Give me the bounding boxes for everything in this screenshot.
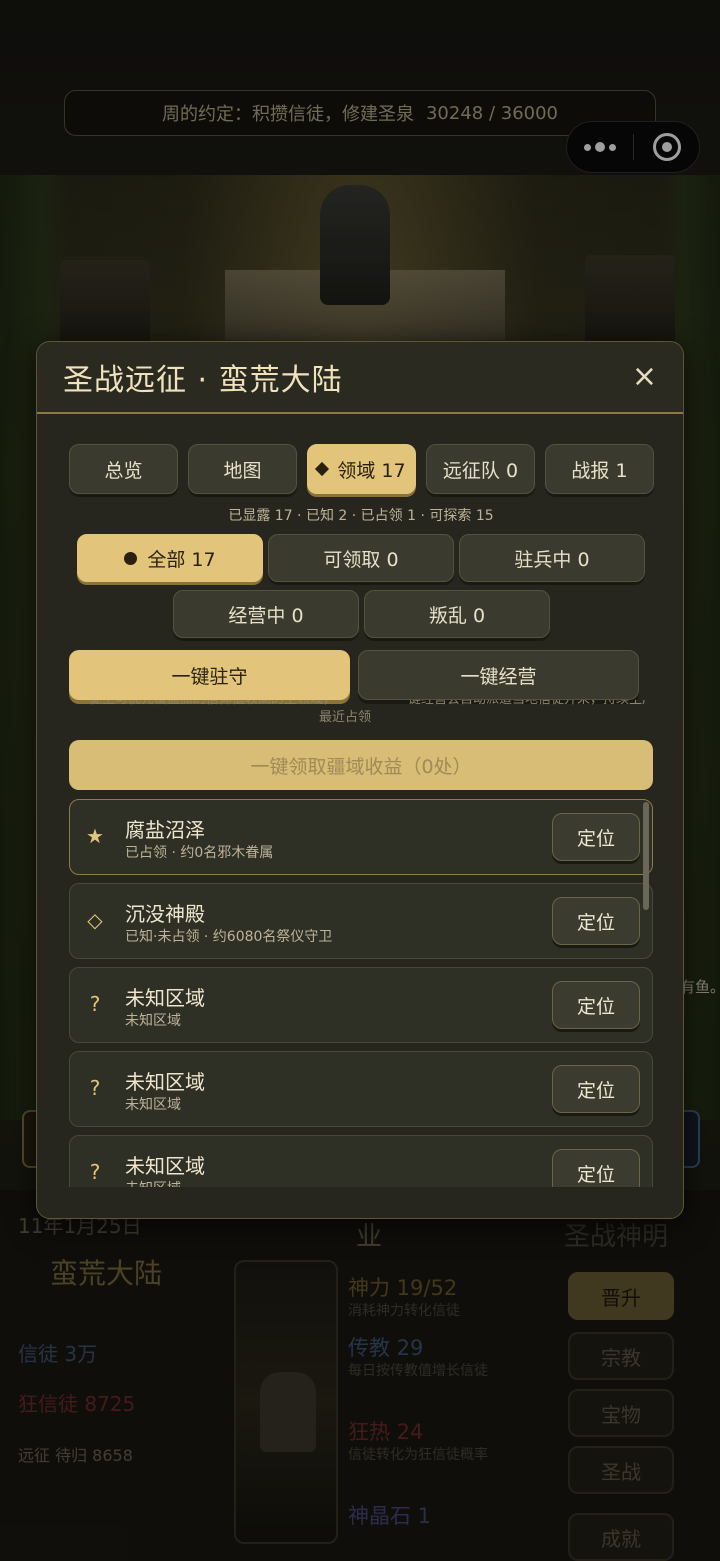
territory-name: 未知区域	[125, 1154, 205, 1178]
filter-garrisoned[interactable]: 驻兵中 0	[459, 534, 645, 582]
locate-button[interactable]: 定位	[552, 897, 640, 945]
territory-name: 未知区域	[125, 986, 205, 1010]
modal-header: 圣战远征 · 蛮荒大陆 ×	[37, 342, 683, 414]
tab-map[interactable]: 地图	[188, 444, 297, 494]
filter-all[interactable]: 全部 17	[77, 534, 263, 582]
filter-label: 全部 17	[147, 548, 216, 571]
bulk-action-hint: 徒生可优先覆盖旅的信仰值较高的主领域， 一键经营会自动派遣当地信徒开采，持续生产…	[69, 700, 655, 734]
territory-status: 未知区域	[125, 1178, 181, 1187]
territory-summary: 已显露 17 · 已知 2 · 已占领 1 · 可探索 15	[228, 508, 494, 524]
modal-title: 圣战远征 · 蛮荒大陆	[63, 363, 343, 398]
question-icon: ?	[89, 1076, 101, 1100]
territory-name: 沉没神殿	[125, 902, 205, 926]
tab-label: 远征队 0	[442, 459, 519, 482]
hint-left: 徒生可优先覆盖旅的信仰值较高的主领域，	[89, 700, 336, 708]
bulk-actions: 一键驻守 一键经营	[69, 650, 655, 700]
close-icon[interactable]: ×	[632, 362, 657, 392]
list-item[interactable]: ? 未知区域 未知区域 定位	[69, 1051, 653, 1127]
tab-label: 战报 1	[571, 459, 628, 482]
territory-status: 已占领 · 约0名邪木眷属	[125, 845, 274, 861]
manage-all-button[interactable]: 一键经营	[358, 650, 639, 700]
territory-status: 已知·未占领 · 约6080名祭仪守卫	[125, 929, 333, 945]
filter-label: 可领取 0	[323, 548, 399, 571]
claim-all-rewards-button[interactable]: 一键领取疆域收益（0处）	[69, 740, 653, 790]
list-scrollbar[interactable]	[643, 802, 649, 910]
locate-button[interactable]: 定位	[552, 1149, 640, 1187]
diamond-icon	[315, 461, 330, 477]
filter-claimable[interactable]: 可领取 0	[268, 534, 454, 582]
list-item[interactable]: ? 未知区域 未知区域 定位	[69, 967, 653, 1043]
hint-right: 一键经营会自动派遣当地信徒开采，持续生产	[395, 700, 655, 708]
list-item[interactable]: ★ 腐盐沼泽 已占领 · 约0名邪木眷属 定位	[69, 799, 653, 875]
dot-icon	[124, 551, 138, 565]
diamond-outline-icon: ◇	[87, 908, 103, 932]
territory-status: 未知区域	[125, 1013, 181, 1029]
question-icon: ?	[89, 992, 101, 1016]
hint-line2: 最近占领	[319, 710, 372, 725]
tab-battle-report[interactable]: 战报 1	[545, 444, 654, 494]
star-icon: ★	[86, 824, 104, 848]
locate-button[interactable]: 定位	[552, 981, 640, 1029]
locate-button[interactable]: 定位	[552, 813, 640, 861]
tab-label: 地图	[223, 459, 262, 482]
tab-overview[interactable]: 总览	[69, 444, 178, 494]
holy-war-modal: 圣战远征 · 蛮荒大陆 × 总览 地图 领域 17 远征队 0 战报 1 已显露…	[36, 341, 684, 1219]
territory-name: 腐盐沼泽	[125, 818, 205, 842]
filter-label: 驻兵中 0	[514, 548, 590, 571]
filter-label: 叛乱 0	[428, 604, 486, 627]
tab-expedition[interactable]: 远征队 0	[426, 444, 535, 494]
garrison-all-button[interactable]: 一键驻守	[69, 650, 350, 700]
list-item[interactable]: ◇ 沉没神殿 已知·未占领 · 约6080名祭仪守卫 定位	[69, 883, 653, 959]
tab-territory[interactable]: 领域 17	[307, 444, 416, 494]
filter-label: 经营中 0	[228, 604, 304, 627]
tab-label: 领域 17	[337, 459, 406, 482]
list-item[interactable]: ? 未知区域 未知区域 定位	[69, 1135, 653, 1187]
filter-rebellion[interactable]: 叛乱 0	[364, 590, 550, 638]
locate-button[interactable]: 定位	[552, 1065, 640, 1113]
filter-managed[interactable]: 经营中 0	[173, 590, 359, 638]
tab-label: 总览	[104, 459, 143, 482]
territory-list: ★ 腐盐沼泽 已占领 · 约0名邪木眷属 定位 ◇ 沉没神殿 已知·未占领 · …	[69, 799, 653, 1187]
question-icon: ?	[89, 1160, 101, 1184]
territory-status: 未知区域	[125, 1097, 181, 1113]
territory-name: 未知区域	[125, 1070, 205, 1094]
modal-tabs: 总览 地图 领域 17 远征队 0 战报 1	[69, 444, 655, 494]
